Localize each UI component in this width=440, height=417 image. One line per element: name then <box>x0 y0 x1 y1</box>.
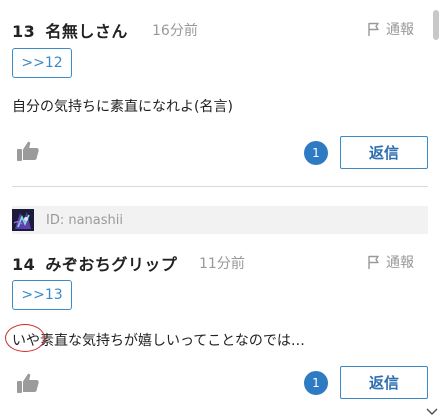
post-header: 13 名無しさん <box>12 18 128 42</box>
reply-button[interactable]: 返信 <box>340 136 428 169</box>
scrollbar-thumb[interactable] <box>433 10 439 40</box>
post-author: 名無しさん <box>45 22 128 41</box>
anchor-link[interactable]: >>13 <box>12 280 72 310</box>
post-time: 16分前 <box>152 23 198 39</box>
flag-icon <box>366 254 382 270</box>
like-button[interactable] <box>16 372 40 394</box>
anchor-link[interactable]: >>12 <box>12 48 72 78</box>
post-number: 13 <box>12 22 36 41</box>
user-id-bar: ID: nanashii <box>12 206 428 234</box>
thumbs-up-icon <box>17 373 39 393</box>
post-number: 14 <box>12 255 36 274</box>
report-button[interactable]: 通報 <box>366 19 414 39</box>
reply-count-badge[interactable]: 1 <box>304 371 328 395</box>
flag-icon <box>366 21 382 37</box>
post-body-rest: 素直な気持ちが嬉しいってことなのでは… <box>40 333 305 349</box>
chevron-down-icon[interactable] <box>424 404 440 417</box>
post-body: いや素直な気持ちが嬉しいってことなのでは… <box>12 330 305 350</box>
post-divider <box>12 186 428 187</box>
report-button[interactable]: 通報 <box>366 252 414 272</box>
post-author: みぞおちグリップ <box>45 255 178 274</box>
scrollbar-track[interactable] <box>433 0 439 405</box>
avatar[interactable] <box>12 209 34 231</box>
user-id: ID: nanashii <box>46 212 124 228</box>
annotation-circle <box>5 324 45 352</box>
post-13: 13 名無しさん 16分前 通報 >>12 自分の気持ちに素直になれよ(名言) … <box>0 0 440 180</box>
post-14: ID: nanashii 14 みぞおちグリップ 11分前 通報 >>13 いや… <box>0 200 440 417</box>
thumbs-up-icon <box>17 141 39 161</box>
post-body: 自分の気持ちに素直になれよ(名言) <box>12 99 233 115</box>
post-time: 11分前 <box>199 256 245 272</box>
like-button[interactable] <box>16 140 40 162</box>
post-header: 14 みぞおちグリップ <box>12 251 177 275</box>
report-label: 通報 <box>386 255 414 271</box>
reply-button[interactable]: 返信 <box>340 366 428 399</box>
report-label: 通報 <box>386 22 414 38</box>
reply-count-badge[interactable]: 1 <box>304 141 328 165</box>
